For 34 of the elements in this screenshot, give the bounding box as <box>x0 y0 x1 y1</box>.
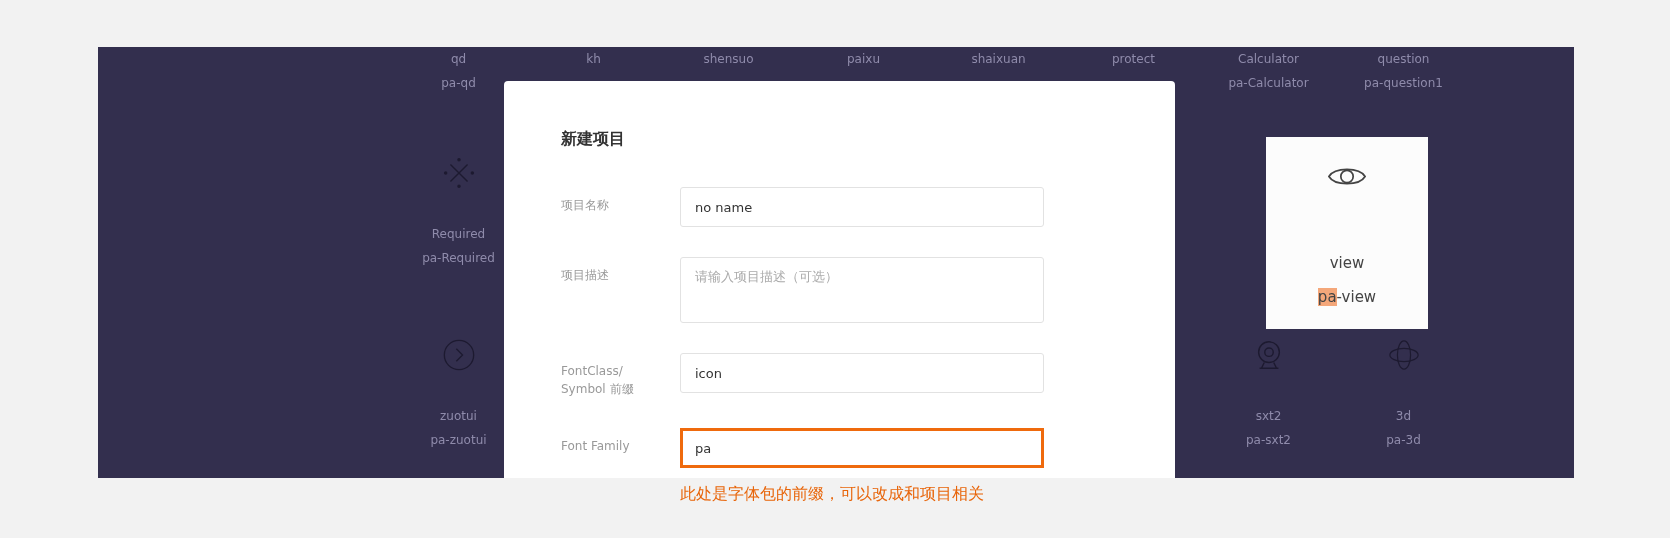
icon-name: protect <box>1112 51 1155 68</box>
input-field[interactable]: no name <box>680 187 1044 227</box>
field-label: FontClass/ Symbol 前缀 <box>561 363 635 398</box>
icon-class-name: pa-zuotui <box>430 432 487 449</box>
icon-class-name: pa-Calculator <box>1228 75 1309 92</box>
icon-name: shensuo <box>703 51 754 68</box>
input-field[interactable]: pa <box>680 428 1044 468</box>
icon-name: shaixuan <box>971 51 1026 68</box>
icon-class-name: pa-sxt2 <box>1246 432 1291 449</box>
icon-name: 3d <box>1395 408 1412 425</box>
field-label: 项目描述 <box>561 267 610 284</box>
description-field[interactable]: 请输入项目描述（可选） <box>680 257 1044 323</box>
icon-name: kh <box>586 51 601 68</box>
icon-class-name: pa-3d <box>1386 432 1421 449</box>
icon-class-name: pa-question1 <box>1364 75 1443 92</box>
orbit-icon <box>1387 339 1420 371</box>
icon-name: view <box>1329 253 1365 274</box>
icon-name: Calculator <box>1238 51 1299 68</box>
field-label: Font Family <box>561 438 631 455</box>
icon-name: sxt2 <box>1255 408 1282 425</box>
icon-name: question <box>1377 51 1430 68</box>
icon-name: paixu <box>847 51 880 68</box>
icon-class-name: pa-Required <box>422 250 495 267</box>
input-field[interactable]: icon <box>680 353 1044 393</box>
icon-class-name: pa-qd <box>441 75 476 92</box>
icon-name: qd <box>450 51 467 68</box>
chevron-right-circle-icon <box>442 339 475 371</box>
field-label: 项目名称 <box>561 197 610 214</box>
dialog-title: 新建项目 <box>561 129 626 149</box>
icon-name: zuotui <box>440 408 477 425</box>
annotation-text: 此处是字体包的前缀，可以改成和项目相关 <box>680 483 985 505</box>
sparkle-icon <box>442 157 475 189</box>
icon-class-name: pa-view <box>1317 287 1377 308</box>
icon-name: Required <box>431 226 486 243</box>
